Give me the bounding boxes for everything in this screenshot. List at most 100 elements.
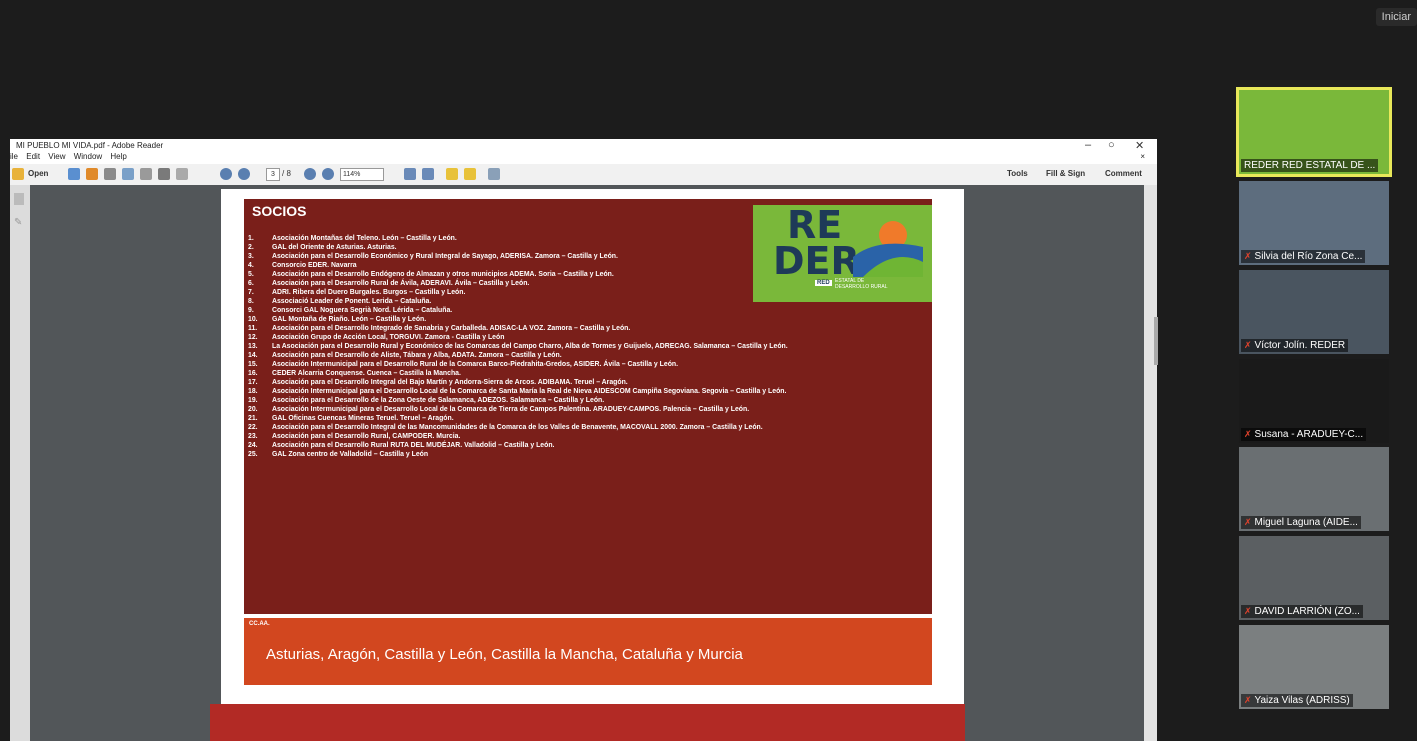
email-icon[interactable] [176, 168, 188, 180]
list-number: 5. [248, 271, 254, 278]
list-text: Consorcio EDER. Navarra [272, 262, 357, 269]
list-text: CEDER Alcarria Conquense. Cuenca – Casti… [272, 370, 461, 377]
menu-help[interactable]: Help [110, 152, 126, 161]
list-number: 10. [248, 316, 258, 323]
list-number: 18. [248, 388, 258, 395]
menu-view[interactable]: View [48, 152, 65, 161]
menu-edit[interactable]: Edit [26, 152, 40, 161]
page-total: / 8 [282, 169, 291, 178]
comment-icon[interactable] [446, 168, 458, 180]
zoom-in-icon[interactable] [322, 168, 334, 180]
participant-tile[interactable]: ✗ DAVID LARRIÓN (ZO... [1239, 536, 1389, 620]
list-item: 15. Asociación Intermunicipal para el Des… [248, 360, 938, 369]
vertical-scrollbar[interactable] [1144, 185, 1157, 741]
start-button[interactable]: Iniciar [1375, 8, 1417, 26]
muted-mic-icon: ✗ [1244, 606, 1252, 616]
list-item: 10. GAL Montaña de Riaño. León – Castilla… [248, 315, 938, 324]
print-icon[interactable] [158, 168, 170, 180]
participant-tile[interactable]: ✗ Yaiza Vilas (ADRISS) [1239, 625, 1389, 709]
list-number: 12. [248, 334, 258, 341]
list-text: Associació Leader de Ponent. Lerida – Ca… [272, 298, 432, 305]
participant-label: Víctor Jolín. REDER [1254, 340, 1346, 351]
restore-icon[interactable]: ○ [1108, 139, 1115, 151]
socios-heading: SOCIOS [252, 203, 307, 219]
list-number: 19. [248, 397, 258, 404]
list-number: 14. [248, 352, 258, 359]
list-number: 7. [248, 289, 254, 296]
attachment-icon[interactable]: ✎ [14, 217, 24, 228]
list-text: Asociación Intermunicipal para el Desarr… [272, 406, 750, 413]
list-number: 2. [248, 244, 254, 251]
participant-tile[interactable]: ✗ Miguel Laguna (AIDE... [1239, 447, 1389, 531]
fill-sign-link[interactable]: Fill & Sign [1046, 169, 1085, 178]
participant-name: ✗ Víctor Jolín. REDER [1241, 339, 1349, 352]
participant-label: Miguel Laguna (AIDE... [1254, 517, 1358, 528]
list-number: 20. [248, 406, 258, 413]
minimize-icon[interactable]: – [1085, 139, 1091, 151]
muted-mic-icon: ✗ [1244, 517, 1252, 527]
edit-icon[interactable] [104, 168, 116, 180]
participant-name: ✗ Silvia del Río Zona Ce... [1241, 250, 1366, 263]
ccaa-label: CC.AA. [249, 621, 270, 627]
list-item: 11. Asociación para el Desarrollo Integra… [248, 324, 938, 333]
ccaa-regions: Asturias, Aragón, Castilla y León, Casti… [266, 646, 743, 663]
participant-name: REDER RED ESTATAL DE ... [1241, 159, 1379, 172]
participant-tile[interactable]: ✗ Susana - ARADUEY-C... [1239, 359, 1389, 443]
logo-tag: RED [815, 280, 832, 286]
list-number: 13. [248, 343, 258, 350]
next-page-icon[interactable] [238, 168, 250, 180]
zoom-out-icon[interactable] [304, 168, 316, 180]
list-text: Asociación Grupo de Acción Local, TORGUV… [272, 334, 505, 341]
list-item: 16. CEDER Alcarria Conquense. Cuenca – Ca… [248, 369, 938, 378]
list-item: 24. Asociación para el Desarrollo Rural R… [248, 441, 938, 450]
list-item: 18. Asociación Intermunicipal para el Des… [248, 387, 938, 396]
muted-mic-icon: ✗ [1244, 340, 1252, 350]
participant-name: ✗ DAVID LARRIÓN (ZO... [1241, 605, 1363, 618]
tools-link[interactable]: Tools [1007, 169, 1028, 178]
list-text: Asociación para el Desarrollo Integrado … [272, 325, 631, 332]
scrollbar-thumb[interactable] [1154, 317, 1158, 365]
muted-mic-icon: ✗ [1244, 251, 1252, 261]
participant-name: ✗ Yaiza Vilas (ADRISS) [1241, 694, 1353, 707]
zoom-select[interactable]: 114% [340, 168, 384, 181]
list-text: Asociación para el Desarrollo de Aliste,… [272, 352, 562, 359]
pages-icon[interactable] [14, 193, 24, 205]
list-text: GAL Montaña de Riaño. León – Castilla y … [272, 316, 427, 323]
participant-name: ✗ Susana - ARADUEY-C... [1241, 428, 1367, 441]
menu-window[interactable]: Window [74, 152, 102, 161]
participant-tile[interactable]: ✗ Silvia del Río Zona Ce... [1239, 181, 1389, 265]
open-button[interactable]: Open [28, 169, 48, 178]
cloud-icon[interactable] [122, 168, 134, 180]
highlight-icon[interactable] [464, 168, 476, 180]
save-icon[interactable] [140, 168, 152, 180]
participant-label: Silvia del Río Zona Ce... [1254, 251, 1363, 262]
participant-tile[interactable]: REDER RED ESTATAL DE ... [1236, 87, 1392, 177]
combine-icon[interactable] [86, 168, 98, 180]
folder-icon[interactable] [12, 168, 24, 180]
list-number: 4. [248, 262, 254, 269]
participant-label: DAVID LARRIÓN (ZO... [1254, 606, 1360, 617]
list-number: 11. [248, 325, 258, 332]
menu-close-icon[interactable]: × [1140, 152, 1145, 161]
create-pdf-icon[interactable] [68, 168, 80, 180]
list-text: Asociación Montañas del Teleno. León – C… [272, 235, 457, 242]
fit-page-icon[interactable] [422, 168, 434, 180]
participant-label: REDER RED ESTATAL DE ... [1244, 160, 1376, 171]
menu-bar: ile Edit View Window Help × [10, 152, 1157, 164]
next-page-strip [210, 704, 965, 741]
participant-label: Susana - ARADUEY-C... [1254, 429, 1364, 440]
menu-file[interactable]: ile [10, 152, 18, 161]
list-number: 23. [248, 433, 258, 440]
participant-tile[interactable]: ✗ Víctor Jolín. REDER [1239, 270, 1389, 354]
expand-icon[interactable] [488, 168, 500, 180]
list-number: 22. [248, 424, 258, 431]
close-icon[interactable]: ✕ [1135, 139, 1144, 152]
previous-page-icon[interactable] [220, 168, 232, 180]
comment-link[interactable]: Comment [1105, 169, 1142, 178]
list-number: 6. [248, 280, 254, 287]
navigation-pane: ✎ [10, 185, 31, 741]
fit-width-icon[interactable] [404, 168, 416, 180]
list-text: Asociación para el Desarrollo Integral d… [272, 424, 763, 431]
list-item: 13. La Asociación para el Desarrollo Rura… [248, 342, 938, 351]
page-number-input[interactable]: 3 [266, 168, 280, 181]
